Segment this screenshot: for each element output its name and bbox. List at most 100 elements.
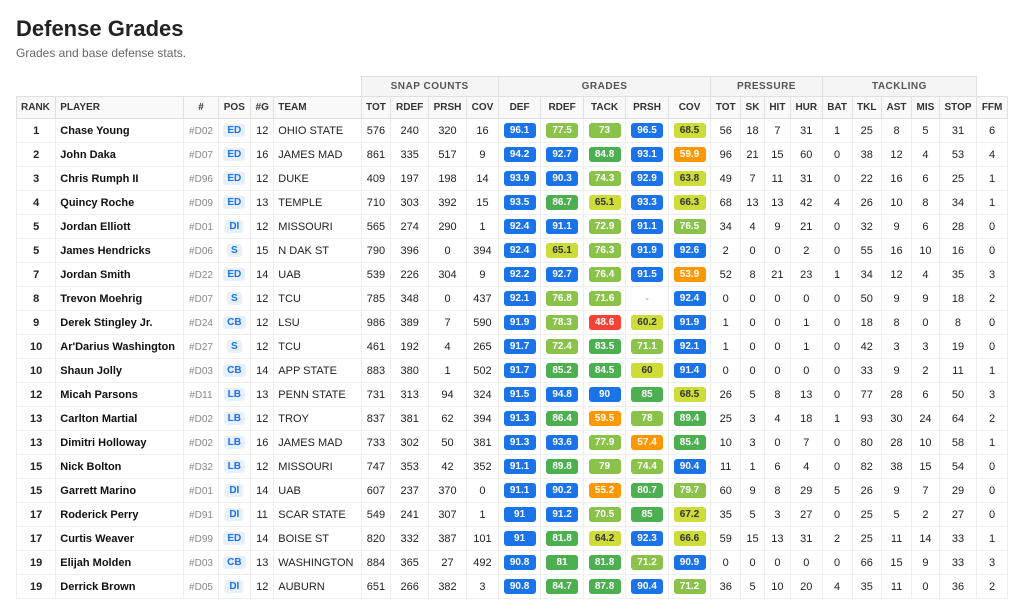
g-cell: 14 (251, 527, 274, 551)
pos-cell: S (218, 287, 251, 311)
table-row: 10 Ar'Darius Washington #D27 S 12 TCU 46… (17, 335, 1008, 359)
cov-grade-cell: 90.9 (668, 551, 710, 575)
num-cell: #D96 (184, 167, 218, 191)
rdef-grade-cell: 77.5 (541, 119, 583, 143)
def-grade-cell: 91.5 (498, 383, 540, 407)
table-row: 3 Chris Rumph II #D96 ED 12 DUKE 409 197… (17, 167, 1008, 191)
hit-cell: 13 (764, 527, 790, 551)
ffm-cell: 2 (977, 575, 1008, 599)
tkl-cell: 25 (852, 503, 881, 527)
prsh-grade-cell: 96.5 (626, 119, 668, 143)
cov-snap-cell: 16 (467, 119, 499, 143)
ffm-cell: 0 (977, 215, 1008, 239)
cov-snap-cell: 437 (467, 287, 499, 311)
prsh-snap-cell: 290 (428, 215, 466, 239)
ffm-cell: 3 (977, 383, 1008, 407)
player-cell: Carlton Martial (56, 407, 184, 431)
rank-cell: 1 (17, 119, 56, 143)
cov-grade-cell: 92.4 (668, 287, 710, 311)
ffm-cell: 2 (977, 407, 1008, 431)
tkl-cell: 25 (852, 527, 881, 551)
team-cell: SCAR STATE (274, 503, 361, 527)
hur-cell: 21 (790, 215, 822, 239)
tack-grade-cell: 65.1 (583, 191, 625, 215)
g-cell: 13 (251, 383, 274, 407)
prsh-snap-cell: 4 (428, 335, 466, 359)
def-grade-cell: 92.2 (498, 263, 540, 287)
stop-cell: 34 (939, 191, 976, 215)
hit-cell: 13 (764, 191, 790, 215)
sk-cell: 0 (741, 287, 765, 311)
page-title: Defense Grades (16, 16, 1008, 42)
cov-grade-cell: 91.9 (668, 311, 710, 335)
ffm-cell: 1 (977, 431, 1008, 455)
prsh-snap-cell: 1 (428, 359, 466, 383)
rank-cell: 5 (17, 215, 56, 239)
prsh-grade-cell: - (626, 287, 668, 311)
cov-grade-cell: 90.4 (668, 455, 710, 479)
hit-cell: 0 (764, 335, 790, 359)
ptot-cell: 34 (711, 215, 741, 239)
tack-grade-cell: 70.5 (583, 503, 625, 527)
player-cell: Shaun Jolly (56, 359, 184, 383)
cov-snap-cell: 101 (467, 527, 499, 551)
mis-cell: 14 (912, 527, 940, 551)
num-cell: #D03 (184, 359, 218, 383)
player-cell: Derrick Brown (56, 575, 184, 599)
bat-cell: 0 (822, 167, 852, 191)
stop-cell: 64 (939, 407, 976, 431)
def-header: DEF (498, 97, 540, 119)
hur-cell: 13 (790, 383, 822, 407)
sk-cell: 21 (741, 143, 765, 167)
pos-cell: ED (218, 143, 251, 167)
ast-cell: 12 (882, 263, 912, 287)
ptot-cell: 96 (711, 143, 741, 167)
hit-header: HIT (764, 97, 790, 119)
hur-cell: 1 (790, 311, 822, 335)
prsh-snap-cell: 320 (428, 119, 466, 143)
stop-cell: 11 (939, 359, 976, 383)
sk-cell: 0 (741, 551, 765, 575)
ast-cell: 11 (882, 575, 912, 599)
sk-cell: 9 (741, 479, 765, 503)
ffm-cell: 3 (977, 551, 1008, 575)
tack-grade-cell: 84.8 (583, 143, 625, 167)
prsh-snap-cell: 517 (428, 143, 466, 167)
rank-cell: 9 (17, 311, 56, 335)
prsh-grade-cell: 90.4 (626, 575, 668, 599)
bat-cell: 0 (822, 143, 852, 167)
bat-cell: 0 (822, 455, 852, 479)
tkl-cell: 34 (852, 263, 881, 287)
pos-cell: CB (218, 359, 251, 383)
def-grade-cell: 90.8 (498, 575, 540, 599)
cov-grade-cell: 59.9 (668, 143, 710, 167)
def-grade-cell: 93.9 (498, 167, 540, 191)
g-cell: 12 (251, 311, 274, 335)
hur-cell: 20 (790, 575, 822, 599)
rdef-grade-cell: 90.3 (541, 167, 583, 191)
num-cell: #D01 (184, 479, 218, 503)
hur-cell: 29 (790, 479, 822, 503)
rank-cell: 15 (17, 455, 56, 479)
ast-cell: 38 (882, 455, 912, 479)
tkl-cell: 32 (852, 215, 881, 239)
tot-pressure-header: TOT (711, 97, 741, 119)
player-header: PLAYER (56, 97, 184, 119)
rdef-grade-cell: 92.7 (541, 143, 583, 167)
tot-cell: 747 (361, 455, 391, 479)
ast-cell: 8 (882, 311, 912, 335)
player-cell: Dimitri Holloway (56, 431, 184, 455)
ast-cell: 9 (882, 287, 912, 311)
g-cell: 12 (251, 215, 274, 239)
ast-cell: 5 (882, 503, 912, 527)
mis-cell: 10 (912, 431, 940, 455)
bat-cell: 0 (822, 551, 852, 575)
ptot-cell: 35 (711, 503, 741, 527)
hur-cell: 31 (790, 119, 822, 143)
sk-cell: 15 (741, 527, 765, 551)
team-cell: N DAK ST (274, 239, 361, 263)
tack-grade-cell: 84.5 (583, 359, 625, 383)
g-cell: 12 (251, 167, 274, 191)
player-cell: Micah Parsons (56, 383, 184, 407)
table-row: 19 Elijah Molden #D03 CB 13 WASHINGTON 8… (17, 551, 1008, 575)
